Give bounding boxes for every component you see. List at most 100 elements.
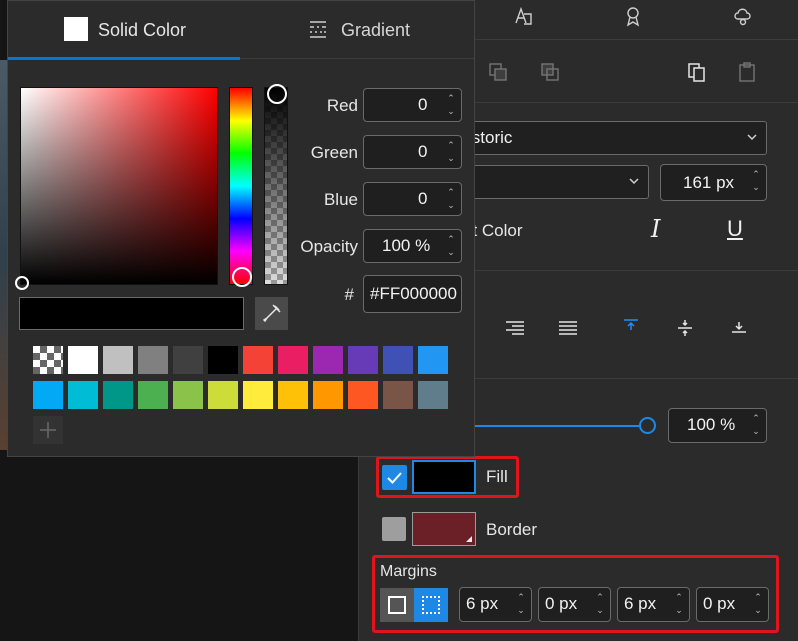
margin-right-stepper[interactable]: 6 px ⌃ ⌄: [617, 587, 690, 622]
green-value: 0: [418, 142, 428, 161]
green-input[interactable]: 0 ⌃ ⌄: [363, 135, 462, 169]
tab-gradient[interactable]: Gradient: [240, 1, 474, 59]
color-swatch[interactable]: [138, 346, 168, 374]
stepper-arrows-icon[interactable]: ⌃ ⌄: [445, 139, 457, 165]
hex-value: #FF000000: [370, 284, 457, 303]
color-swatch[interactable]: [383, 381, 413, 409]
border-color-swatch[interactable]: [412, 512, 476, 546]
hex-input[interactable]: #FF000000: [363, 275, 462, 313]
stepper-arrows-icon[interactable]: ⌃ ⌄: [515, 591, 527, 617]
copy-icon[interactable]: [686, 61, 708, 83]
color-swatch[interactable]: [418, 346, 448, 374]
opacity-input[interactable]: 100 % ⌃ ⌄: [363, 229, 462, 263]
align-justify-icon[interactable]: [557, 320, 579, 338]
stepper-arrows-icon[interactable]: ⌃ ⌄: [445, 186, 457, 212]
color-swatch[interactable]: [103, 346, 133, 374]
stepper-arrows-icon[interactable]: ⌃ ⌄: [752, 591, 764, 617]
text-frame-icon[interactable]: [512, 5, 534, 27]
hue-slider[interactable]: [229, 87, 253, 287]
margin-left-value: 6 px: [466, 594, 499, 613]
color-swatch[interactable]: [173, 381, 203, 409]
tab-gradient-label: Gradient: [341, 20, 411, 40]
font-size-stepper[interactable]: 161 px ⌃ ⌄: [660, 164, 767, 201]
font-family-dropdown[interactable]: istoric: [459, 121, 767, 155]
color-swatch[interactable]: [68, 381, 98, 409]
opacity-slider-track[interactable]: [474, 425, 644, 427]
align-top-icon[interactable]: [621, 318, 641, 338]
hue-slider-handle[interactable]: [232, 267, 252, 287]
tab-solid-color[interactable]: Solid Color: [8, 1, 240, 60]
green-label: Green: [310, 143, 358, 162]
blue-value: 0: [418, 189, 428, 208]
align-middle-icon[interactable]: [675, 318, 695, 338]
individual-margins-toggle[interactable]: [414, 588, 448, 622]
opacity-slider-thumb[interactable]: [639, 417, 656, 434]
color-swatch[interactable]: [173, 346, 203, 374]
color-swatch[interactable]: [33, 381, 63, 409]
saturation-value-square[interactable]: [15, 87, 218, 290]
align-right-icon[interactable]: [504, 320, 526, 338]
bring-forward-icon[interactable]: [539, 61, 561, 83]
border-label: Border: [486, 520, 538, 539]
checkmark-icon: [387, 472, 402, 484]
fill-color-swatch[interactable]: [412, 460, 476, 494]
stepper-arrows-icon[interactable]: ⌃ ⌄: [673, 591, 685, 617]
cloud-effects-icon[interactable]: [732, 5, 754, 27]
color-swatch[interactable]: [243, 381, 273, 409]
red-input[interactable]: 0 ⌃ ⌄: [363, 88, 462, 122]
stepper-arrows-icon[interactable]: ⌃ ⌄: [750, 412, 762, 438]
color-swatch[interactable]: [243, 346, 273, 374]
color-swatch[interactable]: [208, 346, 238, 374]
stepper-arrows-icon[interactable]: ⌃ ⌄: [445, 92, 457, 118]
blue-input[interactable]: 0 ⌃ ⌄: [363, 182, 462, 216]
underline-icon[interactable]: U: [727, 216, 743, 242]
margin-top-stepper[interactable]: 0 px ⌃ ⌄: [538, 587, 611, 622]
color-swatch[interactable]: [313, 381, 343, 409]
color-swatch[interactable]: [278, 381, 308, 409]
alpha-slider-handle[interactable]: [267, 84, 287, 104]
sv-picker-handle[interactable]: [15, 276, 29, 290]
paste-icon[interactable]: [736, 61, 758, 83]
color-swatch[interactable]: [383, 346, 413, 374]
margin-left-stepper[interactable]: 6 px ⌃ ⌄: [459, 587, 532, 622]
color-swatch[interactable]: [418, 381, 448, 409]
fill-label: Fill: [486, 467, 508, 486]
gradient-icon: [310, 21, 326, 38]
award-icon[interactable]: [622, 5, 644, 27]
square-outline-icon: [388, 596, 406, 614]
font-size-value: 161 px: [683, 173, 735, 192]
stepper-arrows-icon[interactable]: ⌃ ⌄: [445, 233, 457, 259]
fill-checkbox[interactable]: [382, 465, 407, 490]
opacity-value: 100 %: [687, 415, 736, 434]
add-swatch-button[interactable]: [33, 416, 63, 444]
opacity-label: Opacity: [300, 237, 358, 256]
color-swatch[interactable]: [103, 381, 133, 409]
color-swatch[interactable]: [313, 346, 343, 374]
alpha-slider[interactable]: [264, 84, 288, 285]
margins-label: Margins: [380, 563, 437, 580]
color-preview: [19, 297, 244, 330]
opacity-input-value: 100 %: [382, 236, 431, 255]
margin-bottom-stepper[interactable]: 0 px ⌃ ⌄: [696, 587, 769, 622]
send-backward-icon[interactable]: [487, 61, 509, 83]
stepper-arrows-icon[interactable]: ⌃ ⌄: [750, 168, 762, 194]
color-swatch[interactable]: [68, 346, 98, 374]
stepper-arrows-icon[interactable]: ⌃ ⌄: [594, 591, 606, 617]
color-picker-popup: Solid Color Gradient Red 0 ⌃ ⌄ Green 0 ⌃ ⌄…: [7, 0, 475, 457]
border-checkbox[interactable]: [382, 517, 406, 541]
corner-indicator-icon: [466, 536, 472, 542]
opacity-stepper[interactable]: 100 % ⌃ ⌄: [668, 408, 767, 443]
color-swatch[interactable]: [348, 346, 378, 374]
color-swatch[interactable]: [33, 346, 63, 374]
italic-icon[interactable]: I: [651, 215, 660, 243]
font-style-dropdown[interactable]: [459, 165, 649, 199]
eyedropper-button[interactable]: [255, 297, 288, 330]
plus-icon: [40, 422, 56, 438]
solid-color-icon: [64, 17, 88, 41]
uniform-margins-toggle[interactable]: [380, 588, 414, 622]
align-bottom-icon[interactable]: [729, 316, 749, 336]
color-swatch[interactable]: [138, 381, 168, 409]
color-swatch[interactable]: [278, 346, 308, 374]
color-swatch[interactable]: [348, 381, 378, 409]
color-swatch[interactable]: [208, 381, 238, 409]
